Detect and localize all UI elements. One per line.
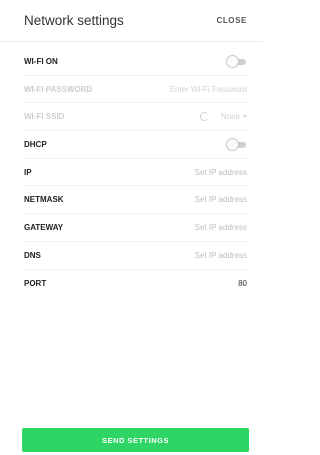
- close-button[interactable]: CLOSE: [216, 16, 247, 25]
- netmask-label: NETMASK: [24, 195, 64, 205]
- row-dns: DNS: [24, 242, 247, 270]
- dialog-title: Network settings: [24, 13, 124, 28]
- dhcp-label: DHCP: [24, 139, 47, 149]
- dhcp-toggle[interactable]: [227, 138, 247, 150]
- dns-input[interactable]: [147, 250, 247, 260]
- dns-label: DNS: [24, 250, 41, 260]
- row-wifi-password: WI-FI PASSWORD: [24, 76, 247, 104]
- toggle-knob: [227, 138, 238, 150]
- wifi-ssid-label: WI-FI SSID: [24, 112, 65, 122]
- ip-label: IP: [24, 167, 32, 177]
- port-input[interactable]: 80: [238, 279, 247, 288]
- row-ip: IP: [24, 159, 247, 187]
- send-settings-button[interactable]: SEND SETTINGS: [22, 428, 249, 452]
- wifi-on-toggle[interactable]: [227, 55, 247, 67]
- toggle-knob: [227, 55, 238, 67]
- row-wifi-on: WI-FI ON: [24, 48, 247, 76]
- row-wifi-ssid: WI-FI SSID None: [24, 103, 247, 132]
- netmask-input[interactable]: [147, 195, 247, 205]
- row-netmask: NETMASK: [24, 186, 247, 215]
- port-label: PORT: [24, 278, 47, 288]
- wifi-password-input[interactable]: [147, 84, 247, 94]
- gateway-input[interactable]: [147, 222, 247, 232]
- wifi-password-label: WI-FI PASSWORD: [24, 84, 93, 94]
- ssid-select-value: None: [220, 112, 240, 122]
- chevron-down-icon: [243, 115, 247, 119]
- row-port: PORT 80: [24, 270, 247, 298]
- gateway-label: GATEWAY: [24, 222, 64, 232]
- wifi-on-label: WI-FI ON: [24, 56, 58, 66]
- settings-list: WI-FI ON WI-FI PASSWORD WI-FI SSID None …: [24, 48, 247, 297]
- refresh-icon[interactable]: [199, 112, 209, 122]
- dialog-header: Network settings CLOSE: [0, 0, 263, 42]
- row-dhcp: DHCP: [24, 131, 247, 159]
- row-gateway: GATEWAY: [24, 214, 247, 242]
- ssid-select[interactable]: None: [221, 112, 247, 121]
- ip-input[interactable]: [147, 167, 247, 177]
- ssid-controls: None: [199, 112, 247, 122]
